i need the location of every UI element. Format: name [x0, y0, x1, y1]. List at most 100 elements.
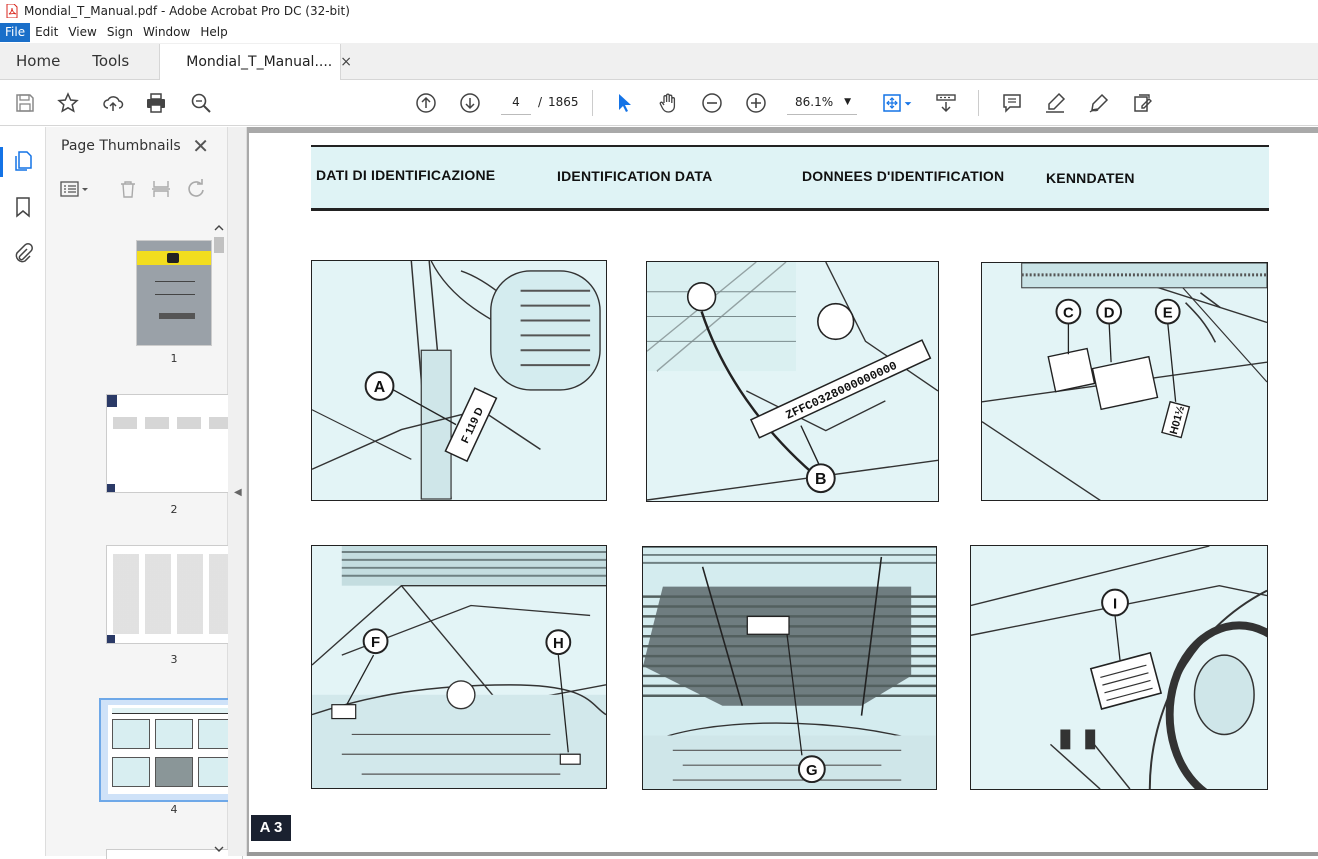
search-zoom-icon[interactable] [189, 91, 213, 115]
illustration-fh: F H [311, 545, 607, 789]
tab-bar: Home Tools Mondial_T_Manual.... × [0, 43, 1318, 80]
fit-chevron-icon[interactable] [902, 91, 914, 115]
panel-splitter[interactable]: ◀ [228, 127, 247, 856]
scroll-mode-icon[interactable] [934, 91, 958, 115]
thumbnail-cover-emblem [167, 253, 179, 263]
zoom-select[interactable]: 86.1% ▼ [787, 89, 857, 115]
thumbnail-image-tile [112, 719, 150, 749]
heading-german: KENNDATEN [1046, 170, 1135, 186]
attachment-icon[interactable] [11, 241, 35, 265]
fit-page-icon[interactable] [880, 91, 904, 115]
chevron-down-icon: ▼ [844, 89, 851, 115]
edit-icon[interactable] [1131, 91, 1155, 115]
sign-icon[interactable] [1087, 91, 1111, 115]
plate-b-text: ZFFC0328000000000 [784, 359, 900, 423]
close-panel-icon[interactable]: ✕ [192, 134, 209, 158]
thumbnails-panel: Page Thumbnails ✕ 1 2 3 [46, 127, 228, 856]
scroll-up-icon[interactable] [211, 223, 227, 233]
title-bar: Mondial_T_Manual.pdf - Adobe Acrobat Pro… [0, 0, 1318, 22]
page-tag: A 3 [251, 815, 291, 841]
callout-h: H [553, 636, 564, 652]
menu-edit[interactable]: Edit [30, 23, 63, 42]
menu-file[interactable]: File [0, 23, 30, 42]
page-number-input[interactable]: 4 [501, 89, 531, 115]
toolbar-divider [592, 90, 593, 116]
thumbnail-label: 1 [154, 352, 194, 365]
rail-active-indicator [0, 147, 3, 177]
collapse-panel-icon[interactable]: ◀ [234, 487, 242, 498]
scroll-down-icon[interactable] [211, 844, 227, 854]
callout-c: C [1063, 306, 1074, 322]
thumbnail-corner-mark [107, 635, 115, 643]
document-viewer[interactable]: DATI DI IDENTIFICAZIONE IDENTIFICATION D… [247, 127, 1318, 856]
menu-help[interactable]: Help [195, 23, 232, 42]
callout-d: D [1104, 306, 1115, 322]
illustration-cde: H01½ C D E [981, 262, 1268, 501]
save-icon[interactable] [13, 91, 37, 115]
tab-document-label: Mondial_T_Manual.... [186, 54, 332, 70]
thumbnail-page-1[interactable] [136, 240, 212, 346]
comment-icon[interactable] [1000, 91, 1024, 115]
thumbnail-image-tile [155, 719, 193, 749]
bookmark-star-icon[interactable] [56, 91, 80, 115]
heading-english: IDENTIFICATION DATA [557, 168, 712, 184]
page-total: 1865 [548, 95, 579, 109]
zoom-out-icon[interactable] [700, 91, 724, 115]
thumbnail-label: 3 [154, 653, 194, 666]
menu-window[interactable]: Window [138, 23, 195, 42]
page-down-icon[interactable] [458, 91, 482, 115]
thumbnail-label: 4 [154, 803, 194, 816]
panel-toolbar [60, 177, 217, 201]
window-title: Mondial_T_Manual.pdf - Adobe Acrobat Pro… [24, 4, 350, 18]
navigation-rail [0, 127, 46, 856]
tab-tools[interactable]: Tools [76, 43, 145, 79]
tab-home[interactable]: Home [0, 43, 76, 79]
thumbnail-corner-mark [107, 395, 117, 407]
menu-view[interactable]: View [63, 23, 101, 42]
callout-e: E [1163, 306, 1173, 322]
illustration-a: F 119 D A [311, 260, 607, 501]
callout-g: G [806, 763, 818, 779]
thumbnail-cover-lines [155, 281, 195, 295]
panel-title: Page Thumbnails [61, 138, 181, 154]
page-gap [247, 852, 1318, 856]
print-icon[interactable] [144, 91, 168, 115]
callout-f: F [371, 635, 380, 651]
toolbar: 4 / 1865 86.1% ▼ [0, 80, 1318, 126]
thumbnail-options-icon[interactable] [60, 179, 90, 202]
menu-bar: File Edit View Sign Window Help [0, 22, 1318, 43]
menu-sign[interactable]: Sign [102, 23, 138, 42]
upload-icon[interactable] [101, 91, 125, 115]
callout-i: I [1113, 596, 1117, 612]
scrollbar-thumb[interactable] [214, 237, 224, 253]
select-cursor-icon[interactable] [612, 91, 636, 115]
zoom-value: 86.1% [795, 95, 833, 109]
tab-document[interactable]: Mondial_T_Manual.... × [159, 44, 341, 80]
page-thumbnails-icon[interactable] [11, 149, 35, 173]
thumbnail-scrollbar[interactable] [211, 233, 227, 856]
callout-b: B [815, 471, 826, 488]
thumbnail-image-tile [112, 757, 150, 787]
illustration-g: G [642, 546, 937, 790]
bookmark-icon[interactable] [11, 195, 35, 219]
tab-close-icon[interactable]: × [340, 54, 352, 70]
callout-a: A [374, 379, 386, 396]
highlight-icon[interactable] [1043, 91, 1067, 115]
pdf-page: DATI DI IDENTIFICAZIONE IDENTIFICATION D… [249, 133, 1318, 853]
delete-page-icon[interactable] [118, 179, 138, 202]
page-separator: / [538, 95, 542, 109]
heading-italian: DATI DI IDENTIFICAZIONE [316, 167, 495, 183]
page-up-icon[interactable] [414, 91, 438, 115]
illustration-i: I [970, 545, 1268, 790]
extract-page-icon[interactable] [151, 179, 171, 202]
illustration-b: ZFFC0328000000000 B [646, 261, 939, 502]
thumbnail-image-tile [155, 757, 193, 787]
heading-french: DONNEES D'IDENTIFICATION [802, 168, 1004, 184]
toolbar-divider [978, 90, 979, 116]
thumbnail-corner-mark [107, 484, 115, 492]
thumbnail-cover-logo [159, 313, 195, 319]
rotate-page-icon[interactable] [186, 179, 206, 202]
thumbnail-label: 2 [154, 503, 194, 516]
hand-icon[interactable] [656, 91, 680, 115]
zoom-in-icon[interactable] [744, 91, 768, 115]
